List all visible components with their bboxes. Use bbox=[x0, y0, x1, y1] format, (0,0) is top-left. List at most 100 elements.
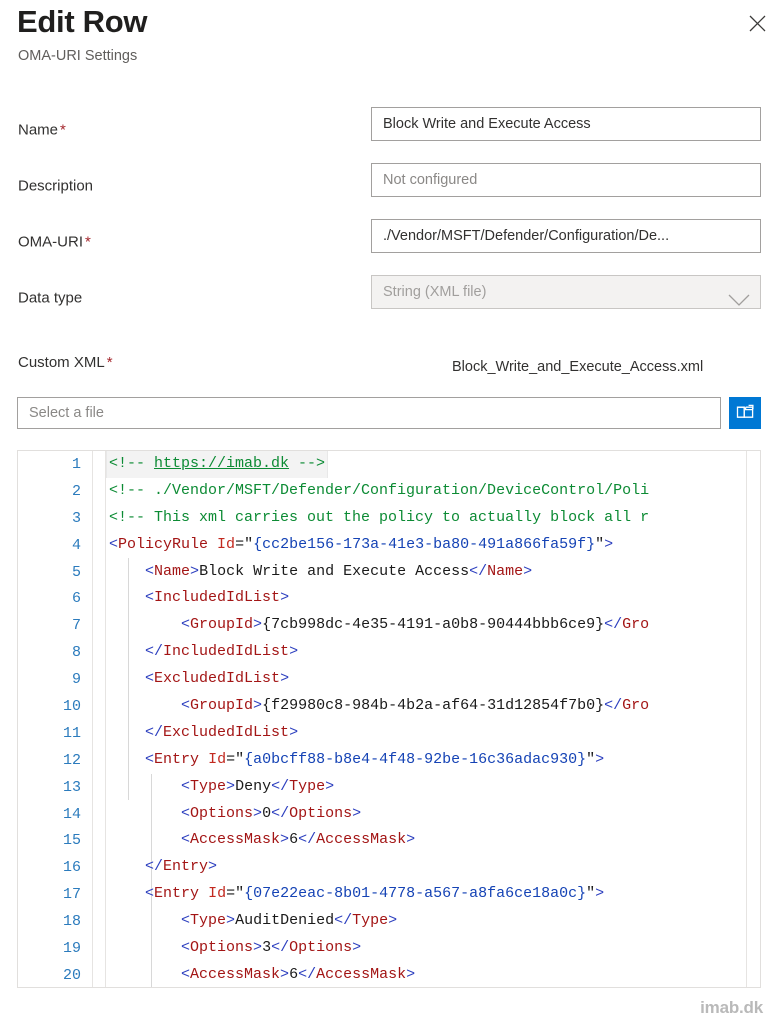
oma-uri-input[interactable]: ./Vendor/MSFT/Defender/Configuration/De.… bbox=[371, 219, 761, 253]
code-token: {a0bcff88-b8e4-4f48-92be-16c36adac930} bbox=[244, 750, 587, 768]
code-token: </ bbox=[145, 858, 164, 876]
fold-column[interactable] bbox=[92, 478, 105, 505]
line-number: 19 bbox=[62, 939, 81, 957]
code-token: </ bbox=[604, 697, 623, 715]
close-icon bbox=[749, 15, 766, 32]
fold-column[interactable] bbox=[92, 962, 105, 987]
code-line: 2 <!-- ./Vendor/MSFT/Defender/Configurati… bbox=[18, 478, 760, 505]
code-line-content: <PolicyRule Id="{cc2be156-173a-41e3-ba80… bbox=[107, 532, 615, 559]
fold-column[interactable] bbox=[92, 720, 105, 747]
code-line-content: <Entry Id="{a0bcff88-b8e4-4f48-92be-16c3… bbox=[107, 747, 606, 774]
fold-column[interactable] bbox=[92, 693, 105, 720]
code-line: 3 <!-- This xml carries out the policy to… bbox=[18, 505, 760, 532]
code-token: GroupId bbox=[190, 616, 254, 634]
fold-column[interactable] bbox=[92, 451, 105, 478]
code-token: Entry bbox=[154, 885, 200, 903]
code-scroll-area[interactable]: 1 <!-- https://imab.dk --> 2 <!-- ./Vendor/… bbox=[18, 451, 760, 987]
file-path-input[interactable]: Select a file bbox=[17, 397, 721, 429]
fold-column[interactable] bbox=[92, 935, 105, 962]
line-number: 15 bbox=[62, 832, 81, 850]
code-token: > bbox=[595, 750, 605, 768]
code-token: =" bbox=[235, 535, 254, 553]
code-token: ExcludedIdList bbox=[163, 723, 290, 741]
code-token: > bbox=[253, 697, 263, 715]
code-line-text: <Options>3</Options> bbox=[105, 935, 760, 962]
code-token: Id bbox=[208, 885, 227, 903]
fold-column[interactable] bbox=[92, 908, 105, 935]
fold-column[interactable] bbox=[92, 747, 105, 774]
code-token: IncludedIdList bbox=[154, 589, 281, 607]
line-number: 2 bbox=[71, 482, 81, 500]
fold-column[interactable] bbox=[92, 666, 105, 693]
code-token: </ bbox=[271, 939, 290, 957]
fold-column[interactable] bbox=[92, 854, 105, 881]
code-token: AccessMask bbox=[190, 965, 281, 983]
code-line-content: <AccessMask>6</AccessMask> bbox=[107, 962, 417, 987]
fold-column[interactable] bbox=[92, 559, 105, 586]
fold-column[interactable] bbox=[92, 774, 105, 801]
code-token: Gro bbox=[622, 697, 650, 715]
fold-column[interactable] bbox=[92, 585, 105, 612]
code-line: 10 <GroupId>{f29980c8-984b-4b2a-af64-31d… bbox=[18, 693, 760, 720]
folder-open-icon bbox=[736, 403, 755, 423]
code-token: > bbox=[595, 885, 605, 903]
code-line-text: </ExcludedIdList> bbox=[105, 720, 760, 747]
code-line-text: <PolicyRule Id="{cc2be156-173a-41e3-ba80… bbox=[105, 532, 760, 559]
fold-column[interactable] bbox=[92, 532, 105, 559]
code-line: 6 <IncludedIdList> bbox=[18, 585, 760, 612]
code-line-text: </IncludedIdList> bbox=[105, 639, 760, 666]
code-token: > bbox=[253, 616, 263, 634]
code-token: < bbox=[181, 616, 191, 634]
data-type-dropdown: String (XML file) bbox=[371, 275, 761, 309]
code-line-content: <!-- This xml carries out the policy to … bbox=[107, 505, 651, 532]
code-line: 5 <Name>Block Write and Execute Access</… bbox=[18, 559, 760, 586]
line-number: 4 bbox=[71, 536, 81, 554]
form-row: Data type String (XML file) bbox=[0, 275, 780, 321]
code-line: 9 <ExcludedIdList> bbox=[18, 666, 760, 693]
code-token: > bbox=[289, 723, 299, 741]
fold-column[interactable] bbox=[92, 801, 105, 828]
line-number: 10 bbox=[62, 697, 81, 715]
line-number: 3 bbox=[71, 509, 81, 527]
page-subtitle: OMA-URI Settings bbox=[18, 48, 138, 64]
code-line-text: <Options>0</Options> bbox=[105, 801, 760, 828]
required-indicator: * bbox=[85, 233, 91, 251]
code-token: > bbox=[352, 804, 362, 822]
code-line-text: <Entry Id="{07e22eac-8b01-4778-a567-a8fa… bbox=[105, 881, 760, 908]
line-number: 20 bbox=[62, 966, 81, 984]
selected-filename: Block_Write_and_Execute_Access.xml bbox=[452, 359, 704, 375]
name-input[interactable]: Block Write and Execute Access bbox=[371, 107, 761, 141]
code-line: 1 <!-- https://imab.dk --> bbox=[18, 451, 760, 478]
fold-column[interactable] bbox=[92, 505, 105, 532]
browse-file-button[interactable] bbox=[729, 397, 761, 429]
code-line-text: <ExcludedIdList> bbox=[105, 666, 760, 693]
field-label: Data type bbox=[18, 290, 82, 307]
description-input[interactable]: Not configured bbox=[371, 163, 761, 197]
line-number: 8 bbox=[71, 644, 81, 662]
close-button[interactable] bbox=[740, 6, 774, 40]
code-token: < bbox=[145, 670, 155, 688]
form-row: Description Not configured bbox=[0, 163, 780, 209]
code-token: </ bbox=[145, 723, 164, 741]
code-token: < bbox=[181, 965, 191, 983]
fold-column[interactable] bbox=[92, 827, 105, 854]
code-line-content: <Type>AuditDenied</Type> bbox=[107, 908, 399, 935]
fold-column[interactable] bbox=[92, 639, 105, 666]
code-link[interactable]: https://imab.dk bbox=[154, 455, 289, 472]
code-token: </ bbox=[334, 912, 353, 930]
code-line-text: <Type>Deny</Type> bbox=[105, 774, 760, 801]
fold-column[interactable] bbox=[92, 881, 105, 908]
code-line-content: <!-- https://imab.dk --> bbox=[107, 451, 328, 478]
xml-preview-panel[interactable]: 1 <!-- https://imab.dk --> 2 <!-- ./Vendor/… bbox=[17, 450, 761, 988]
code-token: 6 bbox=[289, 965, 299, 983]
code-token: </ bbox=[271, 777, 290, 795]
code-token: > bbox=[226, 912, 236, 930]
field-label-text: OMA-URI bbox=[18, 233, 83, 251]
fold-column[interactable] bbox=[92, 612, 105, 639]
